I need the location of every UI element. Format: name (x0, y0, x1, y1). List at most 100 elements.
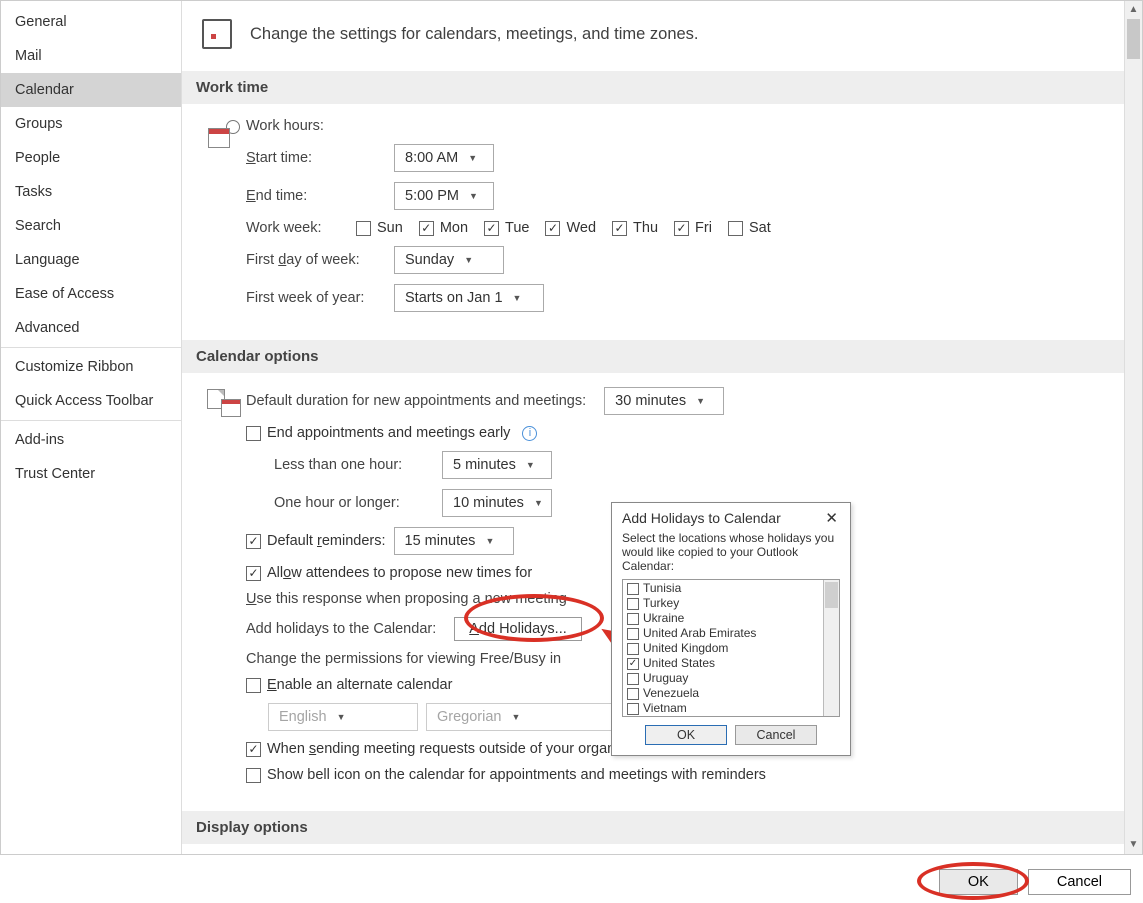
options-window: GeneralMailCalendarGroupsPeopleTasksSear… (0, 0, 1143, 855)
sidebar-separator (1, 347, 181, 348)
default-duration-combo[interactable]: 30 minutes ▼ (604, 387, 724, 415)
sidebar-item-calendar[interactable]: Calendar (1, 73, 181, 107)
dialog-titlebar: Add Holidays to Calendar ✕ (612, 503, 850, 531)
enable-alternate-checkbox[interactable]: Enable an alternate calendar (246, 677, 452, 693)
hour-or-longer-label: One hour or longer: (274, 495, 424, 511)
checkbox-box (627, 673, 639, 685)
sidebar-item-general[interactable]: General (1, 5, 181, 39)
sidebar-item-language[interactable]: Language (1, 243, 181, 277)
add-holidays-button[interactable]: Add Holidays... (454, 617, 582, 641)
chevron-down-icon: ▼ (337, 712, 346, 722)
end-early-checkbox[interactable]: End appointments and meetings early (246, 425, 510, 441)
icon-cell (202, 387, 246, 793)
show-bell-checkbox[interactable]: Show bell icon on the calendar for appoi… (246, 767, 766, 783)
workweek-day-sun[interactable]: Sun (356, 220, 403, 236)
chevron-down-icon: ▼ (513, 293, 522, 303)
scroll-down-arrow-icon[interactable]: ▼ (1125, 836, 1142, 854)
workweek-day-thu[interactable]: Thu (612, 220, 658, 236)
day-label: Mon (440, 220, 468, 236)
first-day-combo[interactable]: Sunday ▼ (394, 246, 504, 274)
country-item[interactable]: Uruguay (625, 671, 821, 686)
sidebar-item-add-ins[interactable]: Add-ins (1, 423, 181, 457)
ok-button[interactable]: OK (939, 869, 1018, 895)
allow-propose-checkbox[interactable]: Allow attendees to propose new times for (246, 565, 532, 581)
section-body-work-time: Work hours: Start time: 8:00 AM ▼ End ti… (182, 104, 1124, 340)
day-label: Sat (749, 220, 771, 236)
sidebar-item-groups[interactable]: Groups (1, 107, 181, 141)
list-scrollbar[interactable] (823, 580, 839, 716)
sidebar-item-ease-of-access[interactable]: Ease of Access (1, 277, 181, 311)
country-item[interactable]: Tunisia (625, 581, 821, 596)
workweek-day-wed[interactable]: Wed (545, 220, 596, 236)
scroll-up-arrow-icon[interactable]: ▲ (1125, 1, 1142, 19)
country-label: United Kingdom (643, 641, 728, 656)
chevron-down-icon: ▼ (485, 536, 494, 546)
sidebar-item-customize-ribbon[interactable]: Customize Ribbon (1, 350, 181, 384)
first-day-label: First day of week: (246, 252, 376, 268)
end-time-label: End time: (246, 188, 376, 204)
dialog-ok-button[interactable]: OK (645, 725, 727, 745)
less-than-hour-combo[interactable]: 5 minutes ▼ (442, 451, 552, 479)
icon-cell (202, 118, 246, 322)
day-label: Fri (695, 220, 712, 236)
sidebar-item-tasks[interactable]: Tasks (1, 175, 181, 209)
country-item[interactable]: Turkey (625, 596, 821, 611)
hour-or-longer-combo[interactable]: 10 minutes ▼ (442, 489, 552, 517)
checkbox-box (627, 598, 639, 610)
country-item[interactable]: United States (625, 656, 821, 671)
intro-row: Change the settings for calendars, meeti… (182, 1, 1124, 71)
sidebar-item-search[interactable]: Search (1, 209, 181, 243)
sidebar-item-people[interactable]: People (1, 141, 181, 175)
start-time-combo[interactable]: 8:00 AM ▼ (394, 144, 494, 172)
section-header-work-time: Work time (182, 71, 1124, 104)
sidebar-item-mail[interactable]: Mail (1, 39, 181, 73)
cancel-button[interactable]: Cancel (1028, 869, 1131, 895)
day-label: Thu (633, 220, 658, 236)
calendar-page-icon (202, 19, 232, 49)
country-item[interactable]: Ukraine (625, 611, 821, 626)
alt-calendar-value: Gregorian (437, 709, 501, 725)
default-reminders-value: 15 minutes (405, 533, 476, 549)
checkbox-box (246, 742, 261, 757)
checkbox-box (484, 221, 499, 236)
workweek-day-sat[interactable]: Sat (728, 220, 771, 236)
country-item[interactable]: Vietnam (625, 701, 821, 716)
dialog-instruction: Select the locations whose holidays you … (612, 531, 850, 579)
category-sidebar: GeneralMailCalendarGroupsPeopleTasksSear… (1, 1, 182, 854)
list-scroll-thumb[interactable] (825, 582, 838, 608)
countries-list-frame: TunisiaTurkeyUkraineUnited Arab Emirates… (622, 579, 840, 717)
dialog-cancel-button[interactable]: Cancel (735, 725, 817, 745)
vertical-scrollbar[interactable]: ▲ ▼ (1124, 1, 1142, 854)
country-label: Venezuela (643, 686, 699, 701)
checkbox-box (674, 221, 689, 236)
sidebar-item-trust-center[interactable]: Trust Center (1, 457, 181, 491)
workweek-day-mon[interactable]: Mon (419, 220, 468, 236)
day-label: Sun (377, 220, 403, 236)
default-reminders-combo[interactable]: 15 minutes ▼ (394, 527, 514, 555)
chevron-down-icon: ▼ (526, 460, 535, 470)
intro-text: Change the settings for calendars, meeti… (250, 25, 699, 44)
info-icon[interactable]: i (522, 426, 537, 441)
day-label: Wed (566, 220, 596, 236)
country-item[interactable]: United Arab Emirates (625, 626, 821, 641)
sidebar-item-quick-access-toolbar[interactable]: Quick Access Toolbar (1, 384, 181, 418)
end-time-combo[interactable]: 5:00 PM ▼ (394, 182, 494, 210)
close-icon[interactable]: ✕ (821, 509, 842, 527)
checkbox-box (419, 221, 434, 236)
country-item[interactable]: United Kingdom (625, 641, 821, 656)
countries-listbox[interactable]: TunisiaTurkeyUkraineUnited Arab Emirates… (623, 580, 823, 716)
country-label: Tunisia (643, 581, 681, 596)
workweek-day-fri[interactable]: Fri (674, 220, 712, 236)
first-week-value: Starts on Jan 1 (405, 290, 503, 306)
first-week-label: First week of year: (246, 290, 376, 306)
use-response-label: Use this response when proposing a new m… (246, 591, 567, 607)
checkbox-box (627, 658, 639, 670)
default-reminders-checkbox[interactable]: Default reminders: (246, 533, 386, 549)
scroll-thumb[interactable] (1127, 19, 1140, 59)
workweek-day-tue[interactable]: Tue (484, 220, 529, 236)
add-holidays-dialog: Add Holidays to Calendar ✕ Select the lo… (611, 502, 851, 756)
chevron-down-icon: ▼ (468, 153, 477, 163)
sidebar-item-advanced[interactable]: Advanced (1, 311, 181, 345)
first-week-combo[interactable]: Starts on Jan 1 ▼ (394, 284, 544, 312)
country-item[interactable]: Venezuela (625, 686, 821, 701)
